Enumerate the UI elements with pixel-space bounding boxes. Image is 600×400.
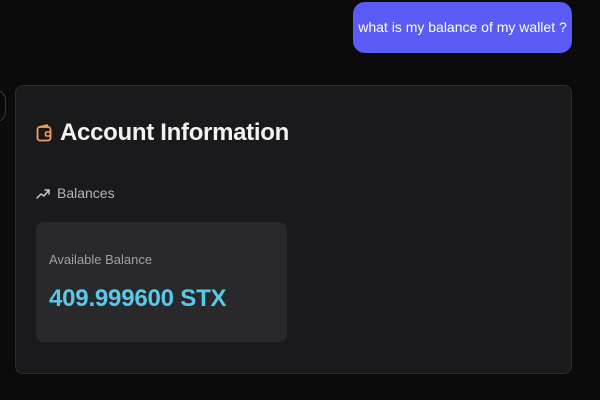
user-message-text: what is my balance of my wallet ? — [358, 19, 567, 35]
balance-value: 409.999600 STX — [49, 285, 227, 312]
side-handle[interactable] — [0, 90, 6, 122]
wallet-icon — [36, 124, 52, 142]
section-label-text: Balances — [57, 185, 115, 201]
user-message-bubble: what is my balance of my wallet ? — [353, 2, 572, 53]
account-information-card: Account Information Balances Available B… — [15, 85, 572, 374]
chat-page: what is my balance of my wallet ? Accoun… — [0, 0, 600, 400]
trending-up-icon — [36, 187, 50, 199]
card-title: Account Information — [60, 119, 289, 146]
available-balance-box: Available Balance 409.999600 STX — [36, 222, 287, 342]
balances-section-label: Balances — [36, 185, 115, 201]
card-header: Account Information — [36, 119, 289, 147]
balance-label: Available Balance — [49, 252, 153, 267]
